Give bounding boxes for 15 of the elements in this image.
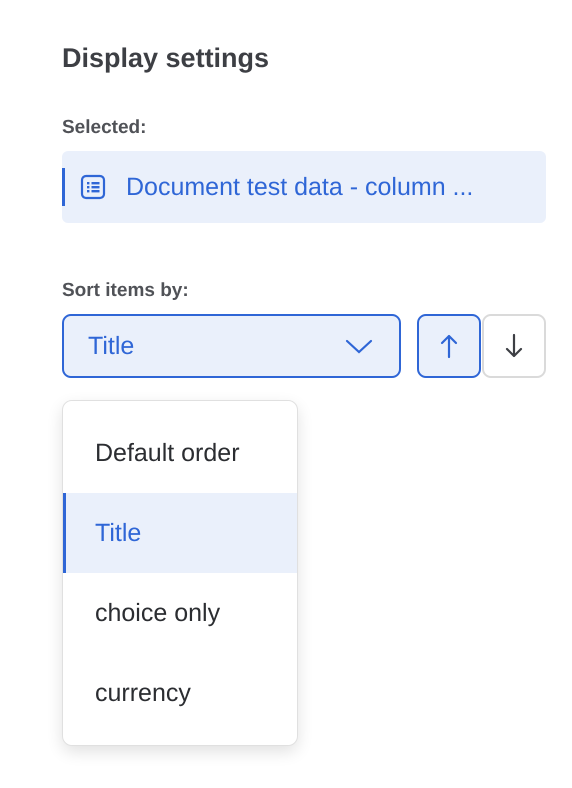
dropdown-option[interactable]: Title <box>63 493 297 573</box>
arrow-up-icon <box>440 333 458 359</box>
dropdown-option[interactable]: Default order <box>63 413 297 493</box>
sort-label: Sort items by: <box>62 280 190 302</box>
selected-label: Selected: <box>62 117 148 139</box>
sort-descending-button[interactable] <box>482 314 546 378</box>
sort-dropdown[interactable]: Title <box>62 314 401 378</box>
dropdown-option[interactable]: choice only <box>63 573 297 653</box>
selected-item[interactable]: Document test data - column ... <box>62 151 546 223</box>
arrow-down-icon <box>505 333 523 359</box>
dropdown-option[interactable]: currency <box>63 653 297 733</box>
chevron-down-icon <box>345 338 373 354</box>
panel-title: Display settings <box>62 42 270 75</box>
list-icon <box>80 174 106 200</box>
sort-ascending-button[interactable] <box>417 314 481 378</box>
